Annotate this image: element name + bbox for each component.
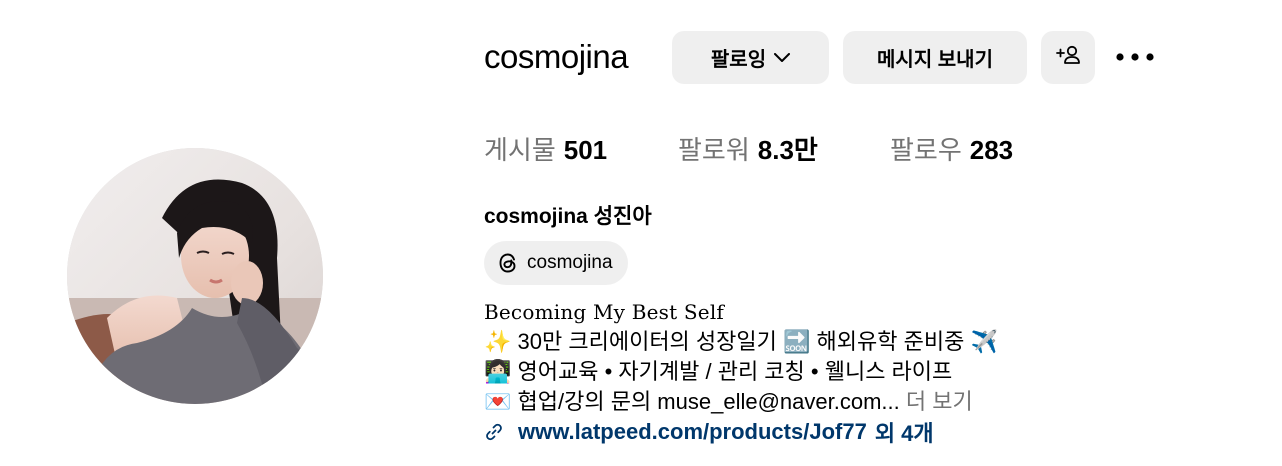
external-link-more-count[interactable]: 외 4개 [875,416,934,448]
airplane-icon: ✈️ [970,330,998,355]
suggest-accounts-button[interactable] [1041,31,1095,84]
bio-line-1: ✨ 30만 크리에이터의 성장일기 🔜 해외유학 준비중 ✈️ [484,327,998,357]
threads-handle: cosmojina [527,252,613,273]
followers-count: 8.3만 [757,135,818,165]
followers-label: 팔로워 [678,135,750,165]
bio-headline: Becoming My Best Self [484,300,725,324]
posts-stat: 게시물 501 [484,130,607,170]
threads-icon [497,251,519,275]
bio-line-3-text: 협업/강의 문의 muse_elle@naver.com... [517,389,900,414]
message-button-label: 메시지 보내기 [877,49,993,71]
sparkles-icon: ✨ [484,330,512,355]
posts-label: 게시물 [484,135,556,165]
profile-bio: Becoming My Best Self ✨ 30만 크리에이터의 성장일기 … [484,297,998,417]
message-button[interactable]: 메시지 보내기 [843,31,1027,84]
avatar[interactable] [67,148,323,404]
link-icon [484,422,504,442]
following-button[interactable]: 팔로잉 [672,31,829,84]
profile-username: cosmojina [484,38,629,75]
love-letter-icon: 💌 [484,390,512,415]
bio-line-1-text: 30만 크리에이터의 성장일기 [517,329,777,354]
bio-line-1-text-2: 해외유학 준비중 [816,329,965,354]
profile-photo [67,148,323,404]
soon-arrow-icon: 🔜 [783,330,811,355]
bio-line-2-text: 영어교육 • 자기계발 / 관리 코칭 • 웰니스 라이프 [517,359,953,384]
following-label: 팔로우 [890,135,962,165]
add-user-icon [1055,44,1081,72]
threads-profile-link[interactable]: cosmojina [484,241,628,285]
profile-full-name: cosmojina 성진아 [484,205,652,228]
chevron-down-icon [774,52,791,63]
more-options-button[interactable] [1110,40,1160,74]
bio-line-3: 💌 협업/강의 문의 muse_elle@naver.com... 더 보기 [484,387,998,417]
posts-count: 501 [563,135,608,165]
more-options-icon [1115,48,1155,66]
bio-more-button[interactable]: 더 보기 [906,389,973,414]
technologist-icon: 👩🏻‍💻 [484,360,512,385]
following-button-label: 팔로잉 [710,49,767,71]
bio-line-2: 👩🏻‍💻 영어교육 • 자기계발 / 관리 코칭 • 웰니스 라이프 [484,357,998,387]
followers-stat[interactable]: 팔로워 8.3만 [678,130,818,170]
following-count: 283 [969,135,1014,165]
external-link-url[interactable]: www.latpeed.com/products/Jof77 [518,419,867,445]
following-stat[interactable]: 팔로우 283 [890,130,1013,170]
external-link[interactable]: www.latpeed.com/products/Jof77 외 4개 [484,417,934,447]
